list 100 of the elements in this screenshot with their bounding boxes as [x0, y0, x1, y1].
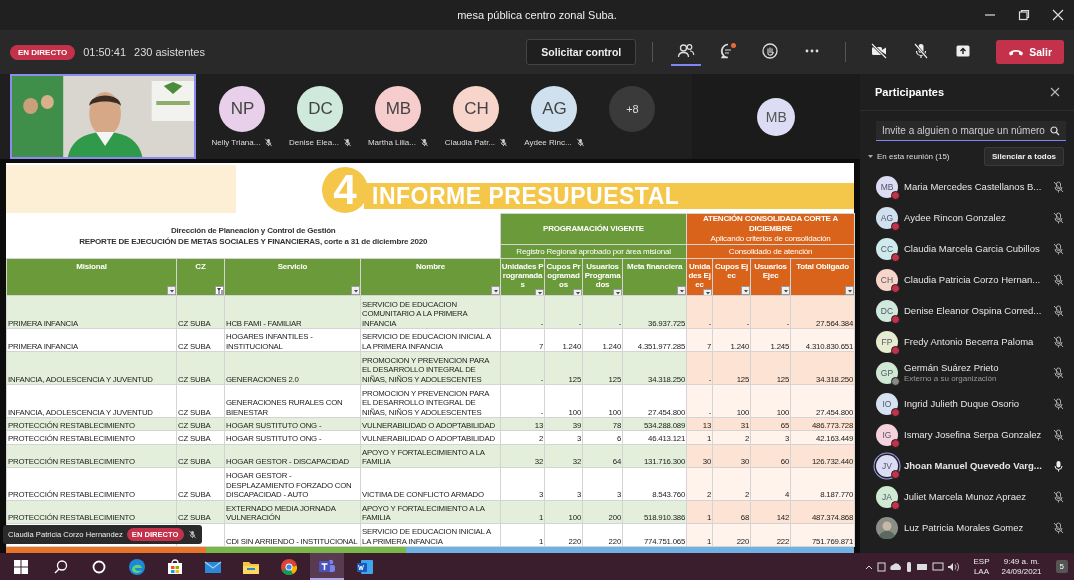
input-language[interactable]: ESP — [973, 556, 990, 567]
tray-icons-drawing[interactable] — [877, 560, 962, 573]
window-title: mesa pública centro zonal Suba. — [457, 9, 617, 21]
participant-avatar: MB — [757, 97, 796, 136]
filter-dropdown-icon[interactable] — [741, 286, 750, 295]
participant-avatar[interactable]: DC — [297, 86, 344, 132]
participant-name: Nelly Triana... — [211, 138, 261, 147]
search-field[interactable]: Invite a alguien o marque un número — [876, 121, 1066, 141]
participant-avatar: JA — [876, 485, 898, 508]
filter-dropdown-icon[interactable] — [703, 289, 712, 295]
participant-avatar[interactable]: MB — [375, 86, 422, 132]
participant-name[interactable]: Ismary Josefina Serpa Gonzalez — [904, 428, 1047, 441]
attendee-count: 230 asistentes — [134, 46, 205, 58]
participant-avatar[interactable]: AG — [531, 86, 578, 132]
column-header: Total Obligado — [796, 261, 849, 271]
filter-dropdown-icon[interactable] — [167, 286, 176, 295]
filter-dropdown-icon[interactable] — [781, 286, 790, 295]
start-icon[interactable] — [14, 559, 28, 574]
column-header: Meta financiera — [626, 261, 683, 271]
clock-time[interactable]: 9:49 a. m. — [1003, 556, 1040, 567]
participant-avatar: JV — [876, 454, 898, 477]
notification-button[interactable]: 5 — [1055, 560, 1068, 573]
filter-dropdown-icon[interactable] — [845, 286, 854, 295]
group-header: PROGRAMACIÓN VIGENTE — [500, 213, 687, 245]
mic-icon[interactable] — [1053, 459, 1064, 472]
participant-name[interactable]: Ingrid Julieth Duque Osorio — [904, 397, 1047, 410]
mic-off-icon — [187, 530, 197, 539]
department-title: Dirección de Planeación y Control de Gestión — [169, 224, 337, 236]
request-control-button[interactable]: Solicitar control — [526, 39, 637, 65]
mic-off-icon — [499, 138, 509, 147]
filter-dropdown-icon[interactable] — [613, 289, 622, 295]
participant-avatar: GP — [876, 361, 898, 384]
filter-dropdown-icon[interactable] — [677, 286, 686, 295]
mic-off-icon — [342, 138, 352, 147]
participant-name[interactable]: Jhoan Manuel Quevedo Varg... — [904, 459, 1047, 472]
mic-off-icon[interactable] — [1053, 397, 1064, 410]
mic-off-icon — [419, 138, 429, 147]
participant-avatar[interactable]: NP — [219, 86, 266, 132]
participant-avatar: IG — [876, 423, 898, 446]
mic-off-icon[interactable] — [1053, 521, 1064, 534]
mic-off-icon[interactable] — [1053, 428, 1064, 441]
section-label[interactable]: En esta reunión (15) — [877, 151, 950, 161]
participant-note: Externo a su organización — [904, 374, 998, 383]
column-header: Cupos Programados — [545, 261, 582, 289]
report-banner: INFORME PRESUPUESTAL — [364, 183, 854, 209]
panel-title: Participantes — [875, 86, 945, 98]
participant-name[interactable]: Denise Eleanor Ospina Corred... — [904, 304, 1047, 317]
leave-button[interactable]: Salir — [996, 40, 1064, 64]
collapse-caret-icon[interactable] — [868, 153, 873, 159]
participant-name[interactable]: Luz Patricia Morales Gomez — [904, 521, 1047, 534]
participant-name[interactable]: Claudia Marcela Garcia Cubillos — [904, 242, 1047, 255]
participant-name: Aydee Rinc... — [524, 138, 572, 147]
clock-date[interactable]: 24/09/2021 — [1001, 566, 1042, 577]
mic-off-icon[interactable] — [1053, 366, 1064, 379]
participant-name: Claudia Patr... — [444, 138, 496, 147]
column-header: Servicio — [277, 261, 308, 271]
participant-avatar: CC — [876, 237, 898, 260]
tray-expand-icon[interactable] — [865, 563, 874, 570]
elapsed-time: 01:50:41 — [83, 46, 127, 58]
mic-off-icon[interactable] — [1053, 335, 1064, 348]
mic-off-icon[interactable] — [1053, 180, 1064, 193]
report-title: REPORTE DE EJECUCIÓN DE METAS SOCIALES Y FINANCIERAS, corte a 31 de diciembre 2020 — [78, 235, 429, 247]
participant-name[interactable]: Germán Suárez Prieto — [904, 362, 1047, 374]
mic-off-icon[interactable] — [1053, 211, 1064, 224]
participant-avatar: IO — [876, 392, 898, 415]
participant-name[interactable]: Juliet Marcela Munoz Apraez — [904, 490, 1047, 503]
restore-icon[interactable] — [1018, 9, 1030, 21]
filter-dropdown-icon[interactable] — [351, 286, 360, 295]
column-header: Unidades Programadas — [501, 261, 544, 289]
group-header: ATENCIÓN CONSOLIDADA CORTE A DICIEMBRE Aplicando criterios de consolidación — [686, 213, 855, 245]
close-icon[interactable] — [1052, 9, 1064, 21]
participant-name[interactable]: Fredy Antonio Becerra Paloma — [904, 335, 1047, 348]
participant-name[interactable]: Maria Mercedes Castellanos B... — [904, 180, 1047, 193]
mic-off-icon[interactable] — [1053, 242, 1064, 255]
participant-name[interactable]: Aydee Rincon Gonzalez — [904, 211, 1047, 224]
mute-all-button[interactable]: Silenciar a todos — [983, 146, 1064, 166]
participant-avatar: CH — [876, 268, 898, 291]
column-header: Cupos Ejec — [714, 261, 750, 280]
column-header: Misional — [76, 261, 107, 271]
live-badge: EN DIRECTO — [10, 44, 76, 60]
keyboard-layout[interactable]: LAA — [973, 566, 990, 577]
participant-avatar[interactable]: CH — [453, 86, 500, 132]
participant-avatar: DC — [876, 299, 898, 322]
column-header: Unidades Ejec — [687, 261, 712, 289]
mic-off-icon[interactable] — [1053, 273, 1064, 286]
filter-dropdown-icon[interactable] — [535, 289, 544, 295]
number-badge: 4 — [322, 167, 368, 213]
participant-name[interactable]: Claudia Patricia Corzo Hernan... — [904, 273, 1047, 286]
participant-avatar: MB — [876, 175, 898, 198]
filter-active-icon[interactable] — [215, 286, 224, 295]
teams-app-icon[interactable] — [310, 553, 344, 580]
more-participants-button[interactable]: +8 — [609, 86, 656, 132]
participant-name: Martha Lilia... — [367, 138, 416, 147]
mic-off-icon[interactable] — [1053, 490, 1064, 503]
filter-dropdown-icon[interactable] — [491, 286, 500, 295]
mic-off-icon[interactable] — [1053, 304, 1064, 317]
close-icon[interactable] — [1050, 87, 1060, 97]
participant-avatar: AG — [876, 206, 898, 229]
search-icon[interactable] — [1050, 125, 1060, 136]
filter-dropdown-icon[interactable] — [573, 289, 582, 295]
